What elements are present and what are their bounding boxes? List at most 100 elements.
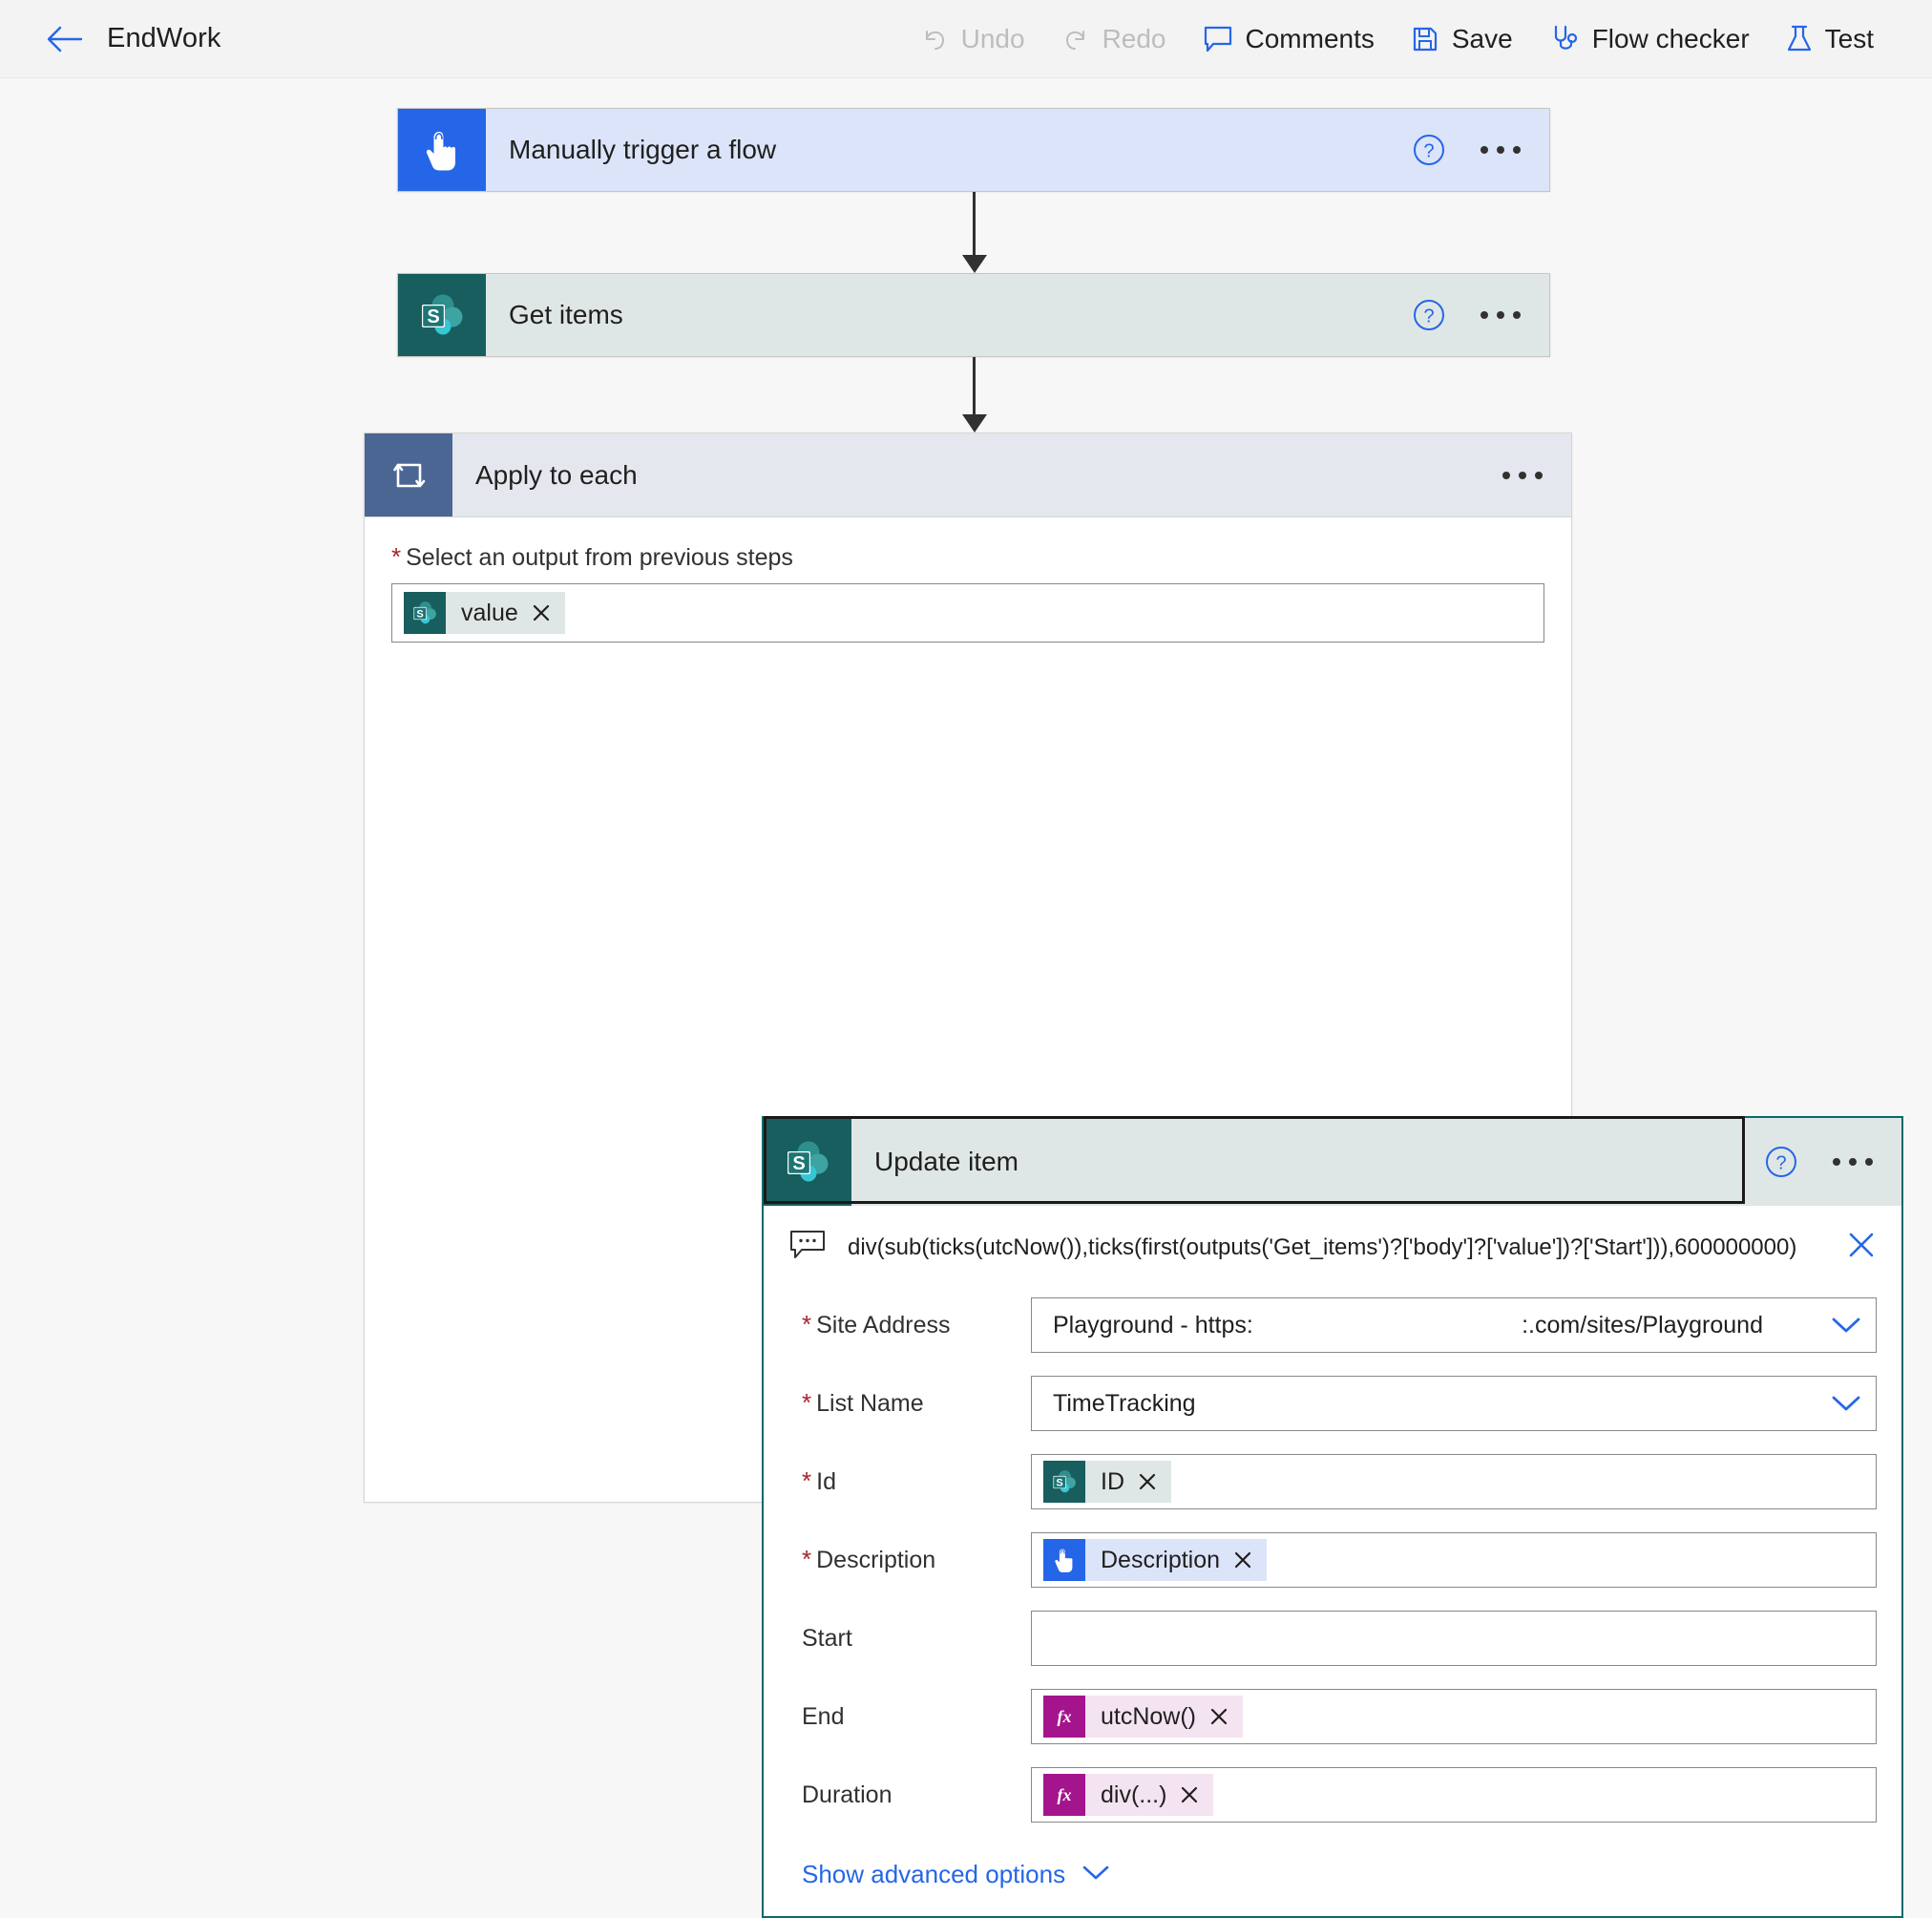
required-asterisk: *: [391, 542, 402, 571]
flow-node-title: Get items: [509, 300, 623, 329]
flow-checker-button[interactable]: Flow checker: [1531, 16, 1768, 62]
flow-node-get-items[interactable]: S Get items ?: [397, 273, 1550, 357]
list-name-value-text: TimeTracking: [1053, 1389, 1196, 1417]
control-site-address: Playground - https: :.com/sites/Playgrou…: [1031, 1297, 1877, 1353]
show-advanced-options-label: Show advanced options: [802, 1860, 1066, 1888]
form-row-duration: Duration fx div(...): [764, 1760, 1901, 1829]
flow-node-title: Apply to each: [475, 459, 638, 490]
site-address-value: Playground - https: :.com/sites/Playgrou…: [1053, 1312, 1830, 1339]
close-icon[interactable]: [1209, 1707, 1228, 1726]
ellipsis-icon[interactable]: [1502, 471, 1543, 479]
token-chip-duration[interactable]: fx div(...): [1043, 1774, 1214, 1816]
duration-input[interactable]: fx div(...): [1031, 1767, 1877, 1823]
end-input[interactable]: fx utcNow(): [1031, 1689, 1877, 1744]
chevron-down-icon: [1081, 1863, 1111, 1886]
update-item-header[interactable]: S Update item ?: [764, 1116, 1901, 1206]
undo-label: Undo: [960, 23, 1025, 53]
close-icon[interactable]: [1138, 1472, 1157, 1491]
save-icon: [1411, 25, 1439, 53]
test-button[interactable]: Test: [1768, 16, 1892, 62]
page-title: EndWork: [107, 23, 221, 53]
label-text: Duration: [802, 1781, 892, 1808]
label-text: End: [802, 1702, 845, 1730]
token-label: utcNow(): [1101, 1702, 1197, 1730]
token-chip-body: ID: [1085, 1461, 1171, 1503]
label-text: Id: [816, 1467, 836, 1495]
comments-label: Comments: [1245, 23, 1375, 53]
close-icon[interactable]: [1846, 1230, 1877, 1265]
svg-text:S: S: [792, 1153, 805, 1174]
flow-node-actions: ?: [1412, 109, 1549, 191]
svg-text:S: S: [1056, 1477, 1062, 1488]
select-output-input[interactable]: S value: [391, 583, 1544, 643]
ellipsis-icon[interactable]: [1833, 1158, 1873, 1166]
back-button[interactable]: [42, 17, 86, 61]
sharepoint-icon: S: [404, 592, 446, 634]
comment-box-icon: [788, 1229, 827, 1266]
start-input[interactable]: [1031, 1611, 1877, 1666]
control-duration: fx div(...): [1031, 1767, 1877, 1823]
update-item-form: * Site Address Playground - https: :.com…: [764, 1285, 1901, 1916]
control-end: fx utcNow(): [1031, 1689, 1877, 1744]
list-name-value: TimeTracking: [1053, 1390, 1830, 1418]
close-icon[interactable]: [532, 603, 551, 622]
redo-icon: [1061, 25, 1090, 53]
command-bar: EndWork Undo Redo Comments Save Flow che…: [0, 0, 1932, 78]
list-name-combobox[interactable]: TimeTracking: [1031, 1376, 1877, 1431]
flow-node-apply-to-each[interactable]: Apply to each: [365, 433, 1571, 517]
control-id: S ID: [1031, 1454, 1877, 1509]
save-label: Save: [1451, 23, 1513, 53]
connector-trigger-to-getitems: [962, 192, 987, 273]
token-chip-id[interactable]: S ID: [1043, 1461, 1171, 1503]
required-asterisk: *: [802, 1465, 812, 1495]
save-button[interactable]: Save: [1393, 16, 1531, 62]
flow-node-title-area: Apply to each: [452, 433, 1502, 516]
flow-node-title: Update item: [874, 1147, 1018, 1176]
close-icon[interactable]: [1180, 1785, 1199, 1804]
token-label: value: [461, 599, 518, 626]
site-address-combobox[interactable]: Playground - https: :.com/sites/Playgrou…: [1031, 1297, 1877, 1353]
comments-button[interactable]: Comments: [1185, 16, 1393, 62]
help-circle-icon[interactable]: ?: [1764, 1145, 1798, 1179]
label-end: End: [788, 1703, 1031, 1731]
close-icon[interactable]: [1233, 1550, 1252, 1570]
svg-text:?: ?: [1423, 141, 1434, 162]
show-advanced-options-button[interactable]: Show advanced options: [764, 1839, 1901, 1889]
function-icon: fx: [1043, 1696, 1085, 1738]
flask-icon: [1786, 24, 1813, 54]
flow-checker-label: Flow checker: [1591, 23, 1750, 53]
comment-icon: [1203, 25, 1233, 53]
undo-button[interactable]: Undo: [902, 16, 1043, 62]
id-input[interactable]: S ID: [1031, 1454, 1877, 1509]
ellipsis-icon[interactable]: [1480, 146, 1521, 154]
chevron-down-icon[interactable]: [1830, 1393, 1862, 1414]
connector-getitems-to-applytoeach: [962, 357, 987, 432]
flow-scope-apply-to-each: Apply to each * Select an output from pr…: [364, 432, 1903, 1918]
flow-node-manual-trigger[interactable]: Manually trigger a flow ?: [397, 108, 1550, 192]
svg-text:fx: fx: [1058, 1785, 1072, 1804]
token-chip-value[interactable]: S value: [404, 592, 565, 634]
flow-node-title: Manually trigger a flow: [509, 135, 777, 164]
label-duration: Duration: [788, 1781, 1031, 1809]
help-circle-icon[interactable]: ?: [1412, 298, 1446, 332]
control-list-name: TimeTracking: [1031, 1376, 1877, 1431]
token-chip-description[interactable]: Description: [1043, 1539, 1268, 1581]
chevron-down-icon[interactable]: [1830, 1315, 1862, 1336]
ellipsis-icon[interactable]: [1480, 311, 1521, 319]
button-trigger-icon: [1043, 1539, 1085, 1581]
flow-canvas: Manually trigger a flow ? S Get items ? …: [0, 78, 1932, 1918]
control-description: Description: [1031, 1532, 1877, 1588]
token-chip-end[interactable]: fx utcNow(): [1043, 1696, 1244, 1738]
help-circle-icon[interactable]: ?: [1412, 133, 1446, 167]
label-start: Start: [788, 1625, 1031, 1653]
description-input[interactable]: Description: [1031, 1532, 1877, 1588]
command-bar-actions: Undo Redo Comments Save Flow checker Tes…: [902, 16, 1892, 62]
form-row-description: * Description Description: [764, 1526, 1901, 1594]
token-chip-body: div(...): [1085, 1774, 1214, 1816]
redo-button[interactable]: Redo: [1043, 16, 1185, 62]
flow-node-title-area: Update item: [851, 1118, 1764, 1206]
control-start: [1031, 1611, 1877, 1666]
form-row-list-name: * List Name TimeTracking: [764, 1369, 1901, 1438]
form-row-site-address: * Site Address Playground - https: :.com…: [764, 1291, 1901, 1359]
form-row-id: * Id S ID: [764, 1447, 1901, 1516]
